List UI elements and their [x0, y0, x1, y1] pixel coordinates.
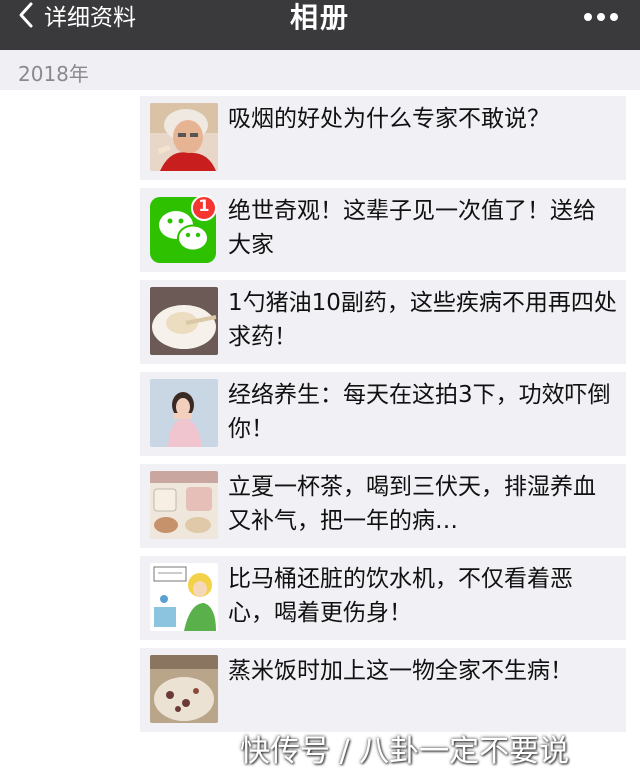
- tea-cups-thumbnail: [150, 471, 218, 539]
- lard-bowl-thumbnail: [150, 287, 218, 355]
- album-item-text: 绝世奇观！这辈子见一次值了！送给大家: [228, 198, 596, 258]
- album-item[interactable]: 经络养生：每天在这拍3下，功效吓倒你！: [140, 372, 626, 456]
- rice-dish-thumbnail: [150, 655, 218, 723]
- album-item-text: 蒸米饭时加上这一物全家不生病！: [228, 658, 573, 684]
- album-item[interactable]: 比马桶还脏的饮水机，不仅看着恶心，喝着更伤身！: [140, 556, 626, 640]
- album-content: 2018年 吸烟的好处为什么专家不敢说？ 1 绝世奇观！这辈子见一次值了！送给大…: [0, 50, 640, 769]
- album-item[interactable]: 1勺猪油10副药，这些疾病不用再四处求药！: [140, 280, 626, 364]
- year-label: 2018年: [18, 62, 89, 86]
- water-dispenser-thumbnail: [150, 563, 218, 631]
- album-item[interactable]: 立夏一杯茶，喝到三伏天，排湿养血又补气，把一年的病…: [140, 464, 626, 548]
- year-header: 2018年: [0, 50, 640, 90]
- girl-thumbnail: [150, 379, 218, 447]
- elderly-woman-thumbnail: [150, 103, 218, 171]
- page-title: 相册: [289, 1, 350, 34]
- album-item-text: 立夏一杯茶，喝到三伏天，排湿养血又补气，把一年的病…: [228, 474, 596, 534]
- album-item-text: 经络养生：每天在这拍3下，功效吓倒你！: [228, 382, 611, 442]
- album-item-text: 1勺猪油10副药，这些疾病不用再四处求药！: [228, 290, 617, 350]
- notification-badge: 1: [198, 196, 210, 215]
- album-item[interactable]: 蒸米饭时加上这一物全家不生病！: [140, 648, 626, 732]
- navigation-bar: 详细资料 相册: [0, 0, 640, 50]
- more-options-icon[interactable]: [584, 6, 624, 21]
- album-item[interactable]: 1 绝世奇观！这辈子见一次值了！送给大家: [140, 188, 626, 272]
- album-item-text: 比马桶还脏的饮水机，不仅看着恶心，喝着更伤身！: [228, 566, 573, 626]
- wechat-logo-icon: 1: [150, 195, 218, 263]
- album-item[interactable]: 吸烟的好处为什么专家不敢说？: [140, 96, 626, 180]
- watermark-text: 快传号 / 八卦一定不要说: [240, 734, 570, 769]
- album-item-text: 吸烟的好处为什么专家不敢说？: [228, 106, 550, 132]
